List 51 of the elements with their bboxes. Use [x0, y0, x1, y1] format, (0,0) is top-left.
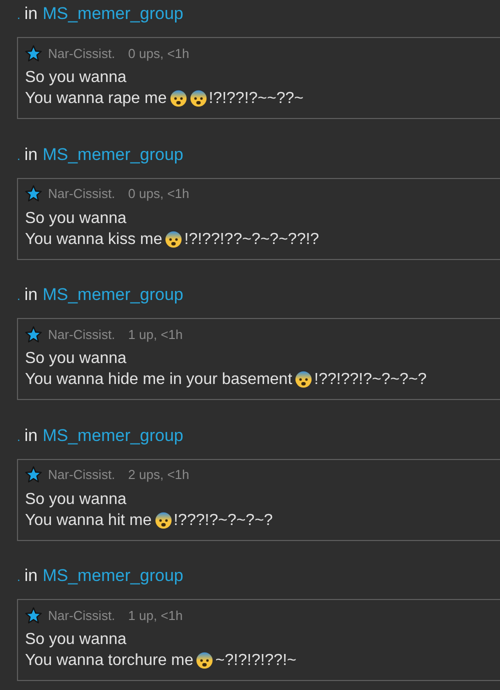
- in-label: in: [24, 424, 38, 446]
- comment-stats: 0 ups, <1h: [128, 46, 190, 60]
- post-link[interactable]: .: [17, 144, 20, 166]
- group-link[interactable]: MS_memer_group: [42, 565, 184, 587]
- star-icon: [25, 606, 42, 624]
- username-link[interactable]: Nar-Cissist.: [48, 46, 116, 60]
- in-label: in: [24, 565, 38, 587]
- comment-text: ~?!?!?!??!~: [215, 651, 296, 671]
- group-link[interactable]: MS_memer_group: [42, 284, 184, 306]
- star-icon: [25, 326, 42, 342]
- comment-text: So you wanna: [25, 68, 128, 88]
- comment-text: You wanna hide me in your basement: [25, 370, 292, 390]
- post-link[interactable]: .: [17, 285, 20, 307]
- anxious-face-icon: [190, 90, 207, 107]
- star-icon: [25, 185, 42, 202]
- anxious-face-icon: [196, 652, 214, 669]
- post-link[interactable]: .: [17, 566, 20, 588]
- username-link[interactable]: Nar-Cissist.: [48, 467, 116, 482]
- comment-text: So you wanna: [25, 630, 128, 650]
- anxious-face-icon: [295, 371, 312, 388]
- star-icon: [25, 44, 42, 62]
- in-label: in: [24, 3, 38, 25]
- comment-text: !?!??!??~?~?~??!?: [184, 230, 320, 250]
- comment-text: You wanna rape me: [25, 89, 167, 109]
- in-label: in: [24, 284, 38, 306]
- comment-stats: 1 up, <1h: [128, 608, 183, 622]
- comment-text: !??!??!?~?~?~?: [314, 370, 427, 390]
- username-link[interactable]: Nar-Cissist.: [48, 608, 116, 622]
- comment-text: You wanna hit me: [25, 510, 152, 530]
- username-link[interactable]: Nar-Cissist.: [48, 326, 116, 342]
- post-link[interactable]: .: [17, 426, 20, 448]
- group-link[interactable]: MS_memer_group: [42, 144, 184, 166]
- comment-text: !???!?~?~?~?: [174, 510, 273, 530]
- comment-stats: 1 up, <1h: [128, 326, 183, 342]
- comment-stats: 2 ups, <1h: [128, 467, 190, 482]
- comment-text: So you wanna: [25, 490, 128, 510]
- anxious-face-icon: [154, 512, 172, 528]
- anxious-face-icon: [165, 230, 182, 248]
- anxious-face-icon: [170, 90, 187, 107]
- group-link[interactable]: MS_memer_group: [42, 424, 184, 446]
- username-link[interactable]: Nar-Cissist.: [48, 186, 116, 201]
- group-link[interactable]: MS_memer_group: [42, 3, 184, 25]
- comment-text: !?!??!?~~??~: [208, 89, 304, 109]
- comment-text: So you wanna: [25, 208, 128, 228]
- comment-stats: 0 ups, <1h: [128, 186, 190, 201]
- comment-text: So you wanna: [25, 349, 128, 369]
- comment-text: You wanna torchure me: [25, 651, 194, 671]
- post-link[interactable]: .: [17, 4, 20, 26]
- comment-text: You wanna kiss me: [25, 230, 162, 250]
- in-label: in: [24, 144, 38, 166]
- star-icon: [25, 466, 42, 483]
